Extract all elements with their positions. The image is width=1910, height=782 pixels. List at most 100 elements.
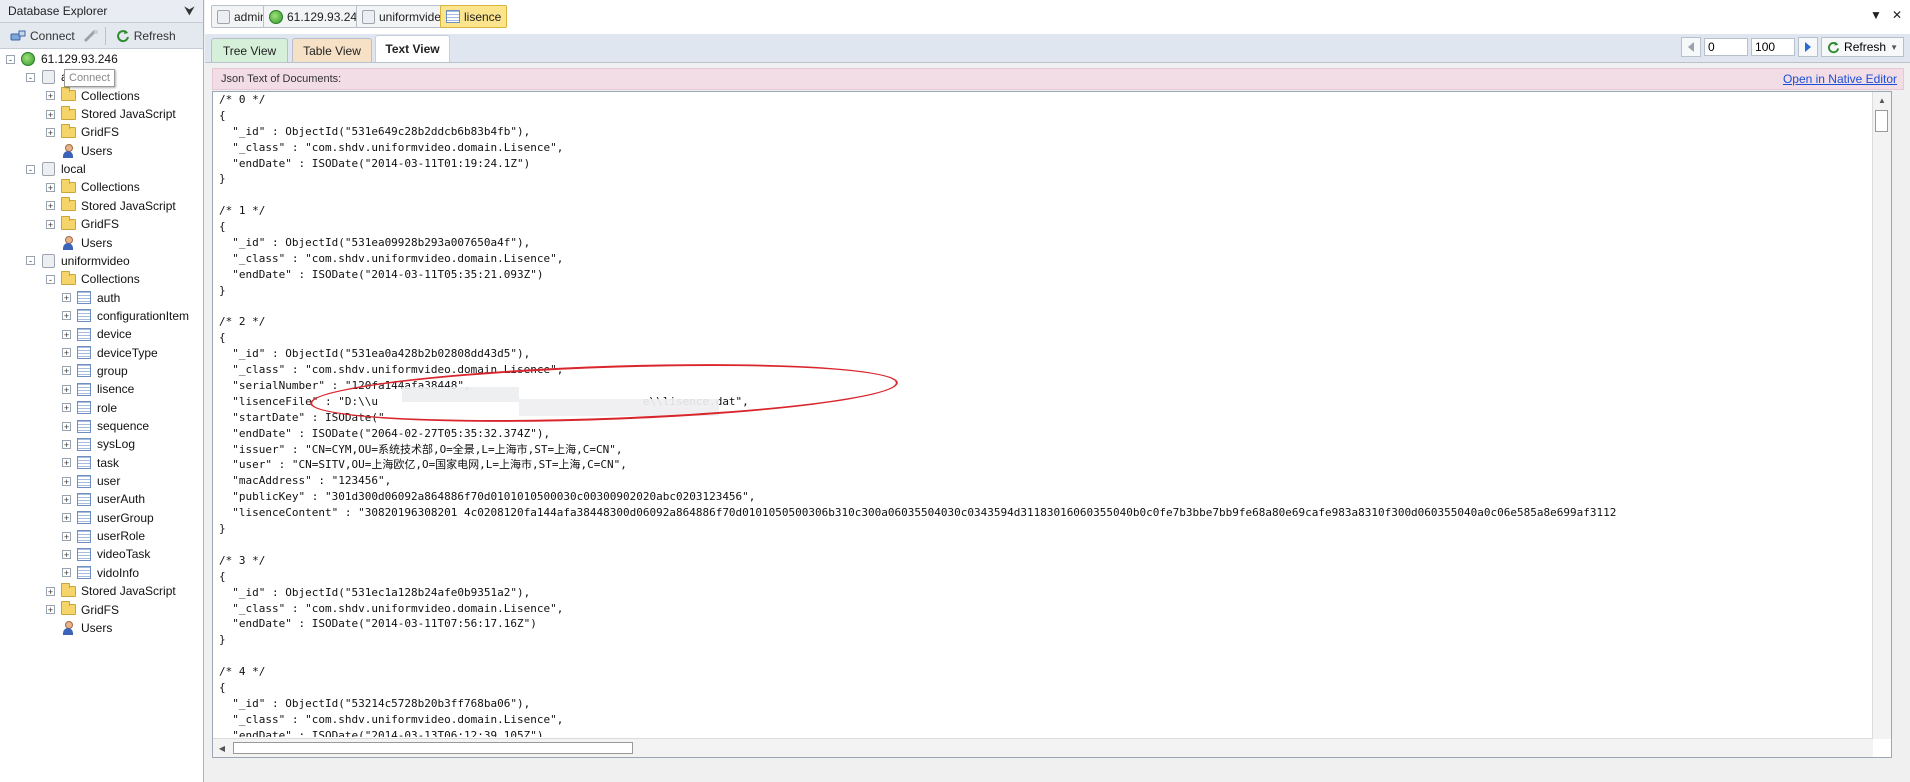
- expand-icon[interactable]: +: [62, 403, 71, 413]
- tree-node[interactable]: + auth: [62, 289, 120, 307]
- open-native-editor-link[interactable]: Open in Native Editor: [1783, 72, 1897, 86]
- tree-node[interactable]: - uniformvideo: [26, 252, 130, 270]
- document-tab[interactable]: lisence: [440, 5, 508, 28]
- expand-icon[interactable]: +: [62, 458, 71, 468]
- limit-input[interactable]: [1751, 38, 1796, 56]
- tree-node[interactable]: + sysLog: [62, 435, 135, 453]
- expand-icon[interactable]: +: [46, 219, 55, 229]
- expand-icon[interactable]: +: [46, 91, 55, 101]
- collapse-icon[interactable]: -: [6, 54, 15, 64]
- expand-icon[interactable]: +: [62, 568, 71, 578]
- document-tab[interactable]: 61.129.93.246: [263, 5, 370, 28]
- previous-page-button[interactable]: [1681, 37, 1702, 57]
- skip-input[interactable]: [1704, 38, 1749, 56]
- expand-icon[interactable]: +: [62, 293, 71, 303]
- next-page-button[interactable]: [1798, 37, 1819, 57]
- tab-list-dropdown-icon[interactable]: ▼: [1870, 8, 1882, 22]
- expand-icon[interactable]: +: [62, 329, 71, 339]
- tree-node[interactable]: + sequence: [62, 417, 149, 435]
- expand-icon[interactable]: +: [46, 605, 55, 615]
- tree-node[interactable]: + device: [62, 325, 132, 343]
- tree-node-label: task: [97, 455, 120, 470]
- collapse-icon[interactable]: -: [26, 164, 35, 174]
- expand-icon[interactable]: +: [46, 109, 55, 119]
- tree-node[interactable]: + GridFS: [46, 215, 119, 233]
- collapse-icon[interactable]: -: [46, 274, 55, 284]
- scroll-left-icon[interactable]: ◀: [213, 740, 231, 756]
- tree-node[interactable]: Users: [46, 234, 112, 252]
- tree-node-label: sequence: [97, 419, 150, 433]
- tree-node[interactable]: + role: [62, 399, 117, 417]
- expand-icon[interactable]: +: [62, 476, 71, 486]
- tree-node[interactable]: Users: [46, 619, 112, 637]
- tree-node[interactable]: + deviceType: [62, 344, 158, 362]
- tree-node[interactable]: + videoTask: [62, 545, 150, 563]
- connect-button[interactable]: Connect: [6, 26, 79, 46]
- tree-node[interactable]: + Stored JavaScript: [46, 105, 176, 123]
- tree-node[interactable]: + group: [62, 362, 128, 380]
- vertical-scrollbar[interactable]: ▲: [1872, 92, 1891, 739]
- collection-icon: [76, 511, 92, 525]
- refresh-tree-button[interactable]: Refresh: [112, 26, 180, 46]
- tree-node[interactable]: + Collections: [46, 87, 140, 105]
- scroll-up-icon[interactable]: ▲: [1873, 92, 1891, 108]
- tab-text-view[interactable]: Text View: [375, 35, 450, 62]
- users-icon: [60, 620, 76, 635]
- collection-icon: [76, 309, 92, 323]
- tree-node[interactable]: + lisence: [62, 380, 134, 398]
- tree-node[interactable]: + GridFS: [46, 123, 119, 141]
- tree-node[interactable]: - Collections: [46, 270, 140, 288]
- json-text-editor[interactable]: /* 0 */ { "_id" : ObjectId("531e649c28b2d…: [212, 91, 1892, 758]
- expand-icon[interactable]: +: [46, 182, 55, 192]
- expand-icon[interactable]: +: [62, 311, 71, 321]
- tree-node[interactable]: + Collections: [46, 178, 140, 196]
- panel-title-bar: Database Explorer ⮟: [0, 0, 203, 23]
- collapse-icon[interactable]: -: [26, 72, 35, 82]
- code-line: /* 0 */: [219, 93, 266, 106]
- folder-icon: [60, 105, 76, 121]
- tree-node[interactable]: - local: [26, 160, 86, 178]
- code-line: "endDate" : ISODate("2014-03-11T01:19:24…: [219, 156, 531, 170]
- tree-node[interactable]: + Stored JavaScript: [46, 582, 176, 600]
- refresh-results-button[interactable]: Refresh ▼: [1821, 37, 1904, 57]
- tree-node[interactable]: + GridFS: [46, 601, 119, 619]
- tree-node[interactable]: + vidoInfo: [62, 564, 139, 582]
- horizontal-scrollbar[interactable]: ◀: [213, 738, 1873, 757]
- folder-icon: [60, 87, 76, 103]
- expand-icon[interactable]: +: [46, 127, 55, 137]
- horizontal-scroll-thumb[interactable]: [233, 742, 633, 754]
- tab-table-view[interactable]: Table View: [292, 38, 372, 62]
- expand-icon[interactable]: +: [62, 531, 71, 541]
- expand-icon[interactable]: +: [62, 513, 71, 523]
- expand-icon[interactable]: +: [62, 494, 71, 504]
- pin-icon[interactable]: ⮟: [184, 3, 195, 19]
- expand-icon[interactable]: +: [46, 586, 55, 596]
- tree-node[interactable]: - 61.129.93.246: [6, 50, 118, 68]
- expand-icon[interactable]: +: [62, 439, 71, 449]
- disconnect-icon[interactable]: [83, 29, 99, 43]
- json-code-area[interactable]: /* 0 */ { "_id" : ObjectId("531e649c28b2d…: [219, 92, 1867, 737]
- close-tab-icon[interactable]: ✕: [1892, 8, 1902, 22]
- collection-icon: [76, 474, 92, 488]
- expand-icon[interactable]: +: [62, 348, 71, 358]
- tree-node[interactable]: + userAuth: [62, 490, 145, 508]
- tree-node[interactable]: + task: [62, 454, 119, 472]
- expand-icon[interactable]: +: [62, 549, 71, 559]
- tree-node[interactable]: Users: [46, 142, 112, 160]
- code-line: /* 3 */: [219, 553, 266, 567]
- expand-icon[interactable]: +: [62, 421, 71, 431]
- tab-tree-view[interactable]: Tree View: [211, 38, 288, 62]
- collapse-icon[interactable]: -: [26, 256, 35, 266]
- tree-node[interactable]: + userGroup: [62, 509, 154, 527]
- tree-node[interactable]: + user: [62, 472, 120, 490]
- panel-title: Database Explorer: [8, 4, 108, 18]
- tree-node[interactable]: + configurationItem: [62, 307, 189, 325]
- tree-node[interactable]: + Stored JavaScript: [46, 197, 176, 215]
- expand-icon[interactable]: +: [46, 201, 55, 211]
- expand-icon[interactable]: +: [62, 384, 71, 394]
- vertical-scroll-thumb[interactable]: [1875, 110, 1888, 132]
- refresh-dropdown-icon[interactable]: ▼: [1890, 43, 1898, 52]
- expand-icon[interactable]: +: [62, 366, 71, 376]
- tree-node[interactable]: + userRole: [62, 527, 145, 545]
